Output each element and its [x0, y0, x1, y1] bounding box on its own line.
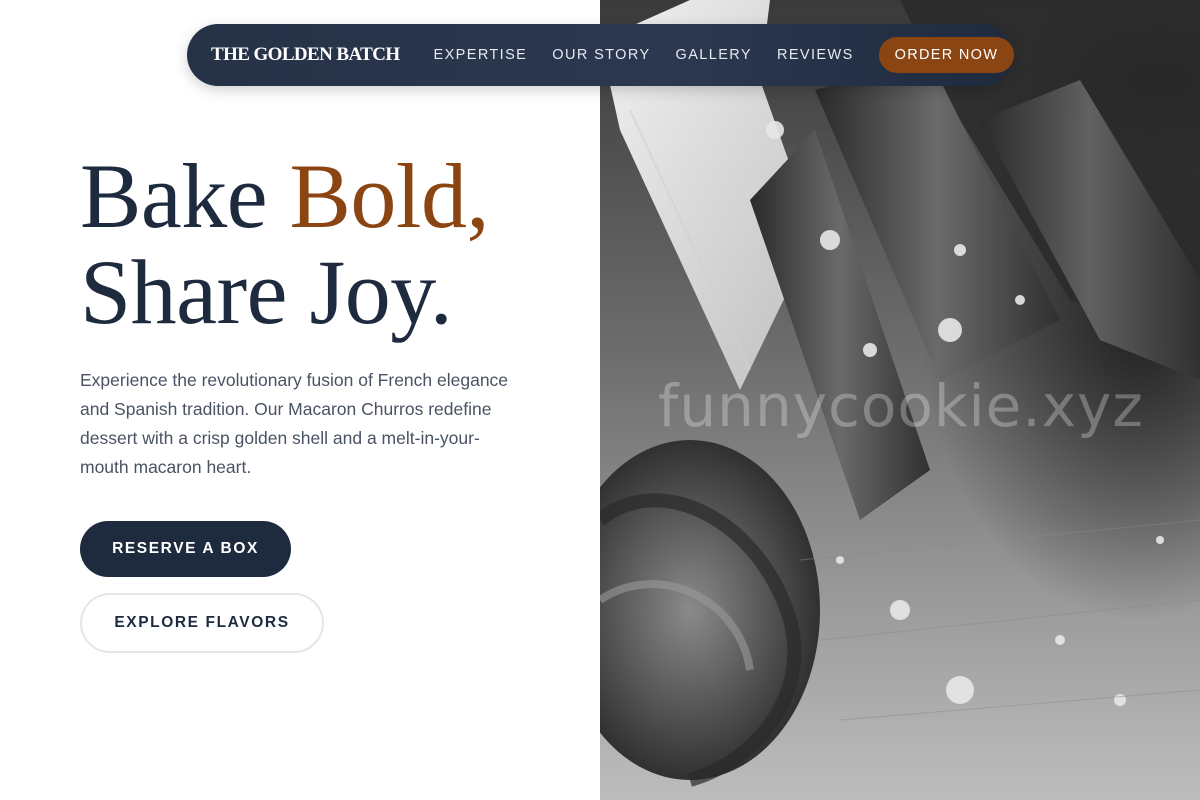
headline-part1: Bake — [80, 145, 290, 247]
reserve-box-button[interactable]: RESERVE A BOX — [80, 521, 291, 577]
hero-intro: Experience the revolutionary fusion of F… — [80, 370, 509, 477]
nav-link-our-story[interactable]: OUR STORY — [552, 47, 650, 63]
order-now-button[interactable]: ORDER NOW — [878, 37, 1015, 73]
explore-flavors-button[interactable]: EXPLORE FLAVORS — [80, 593, 324, 653]
hero-headline: Bake Bold, Share Joy. — [80, 148, 489, 340]
top-navbar: THE GOLDEN BATCH EXPERTISE OUR STORY GAL… — [187, 24, 1015, 86]
image-watermark: funnycookie.xyz — [658, 372, 1144, 440]
nav-links: EXPERTISE OUR STORY GALLERY REVIEWS ORDE… — [434, 37, 1015, 73]
headline-line2: Share Joy. — [80, 241, 453, 343]
brand-logo[interactable]: THE GOLDEN BATCH — [211, 44, 400, 66]
nav-link-gallery[interactable]: GALLERY — [676, 47, 752, 63]
headline-accent: Bold, — [289, 145, 490, 247]
hero-photo: funnycookie.xyz — [600, 0, 1200, 800]
nav-link-expertise[interactable]: EXPERTISE — [434, 47, 528, 63]
nav-link-reviews[interactable]: REVIEWS — [777, 47, 854, 63]
